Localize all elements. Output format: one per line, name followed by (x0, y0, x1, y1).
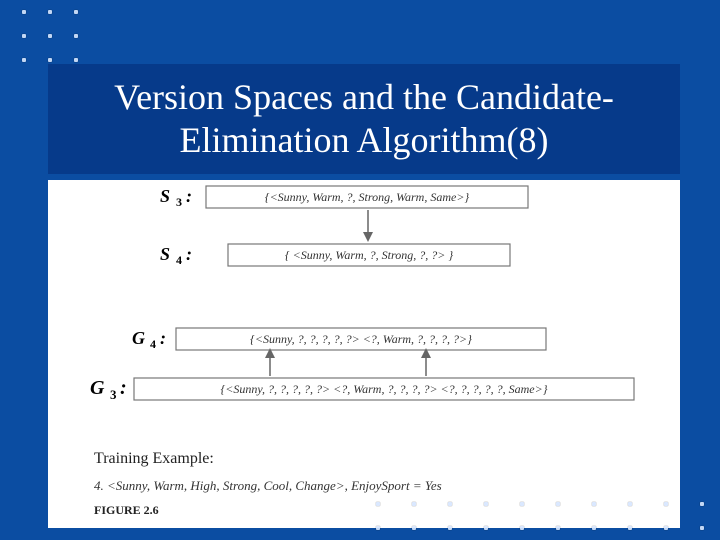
label-s4-sub: 4 (176, 253, 182, 267)
figure-panel: S 3 : {<Sunny, Warm, ?, Strong, Warm, Sa… (48, 180, 680, 528)
label-s3-main: S (160, 186, 170, 206)
training-heading: Training Example: (94, 450, 614, 468)
label-s4-main: S (160, 244, 170, 264)
label-s3-colon: : (186, 186, 192, 206)
content-g3: {<Sunny, ?, ?, ?, ?, ?> <?, Warm, ?, ?, … (220, 382, 547, 396)
corner-dots-bottom-right (376, 502, 704, 530)
content-g4: {<Sunny, ?, ?, ?, ?, ?> <?, Warm, ?, ?, … (250, 332, 472, 346)
label-s4-colon: : (186, 244, 192, 264)
training-example: 4. <Sunny, Warm, High, Strong, Cool, Cha… (94, 478, 614, 494)
label-g4-colon: : (160, 328, 166, 348)
slide-title: Version Spaces and the Candidate-Elimina… (58, 76, 670, 162)
label-g3-colon: : (120, 377, 127, 399)
figure-caption: FIGURE 2.6 (94, 503, 159, 518)
training-block: Training Example: 4. <Sunny, Warm, High,… (94, 450, 614, 494)
training-example-num: 4. (94, 478, 104, 493)
slide: Version Spaces and the Candidate-Elimina… (0, 0, 720, 540)
label-g3-sub: 3 (110, 387, 117, 402)
arrowhead-s3-to-s4 (363, 232, 373, 242)
label-s3-sub: 3 (176, 195, 182, 209)
slide-title-band: Version Spaces and the Candidate-Elimina… (48, 64, 680, 174)
label-g4-main: G (132, 328, 145, 348)
corner-dots-top-left (22, 10, 78, 62)
label-g3-main: G (90, 377, 105, 399)
content-s3: {<Sunny, Warm, ?, Strong, Warm, Same>} (265, 190, 470, 204)
training-example-text: <Sunny, Warm, High, Strong, Cool, Change… (107, 478, 442, 493)
label-g4-sub: 4 (150, 337, 156, 351)
content-s4: { <Sunny, Warm, ?, Strong, ?, ?> } (285, 248, 453, 262)
